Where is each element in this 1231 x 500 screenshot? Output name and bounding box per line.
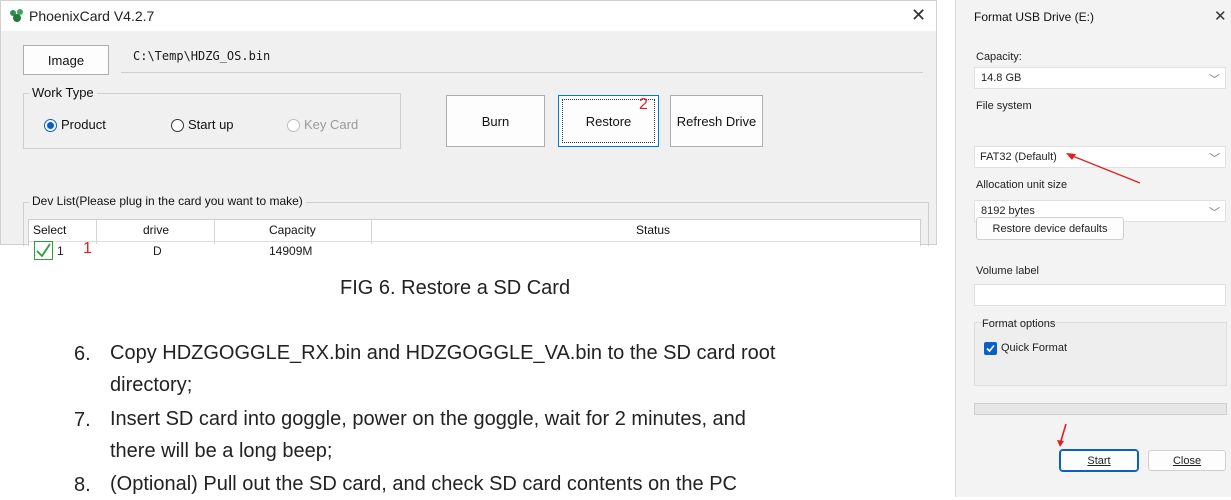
column-header-status[interactable]: Status bbox=[636, 220, 670, 241]
close-icon[interactable]: ✕ bbox=[1214, 7, 1227, 25]
annotation-2: 2 bbox=[639, 96, 648, 113]
chevron-down-icon[interactable]: ﹀ bbox=[1209, 150, 1220, 166]
chevron-down-icon[interactable]: ﹀ bbox=[1209, 71, 1220, 87]
app-icon bbox=[10, 9, 23, 22]
work-type-legend: Work Type bbox=[29, 85, 97, 100]
volume-label-label: Volume label bbox=[976, 265, 1039, 277]
step-number: 8. bbox=[74, 474, 91, 496]
radio-product[interactable] bbox=[44, 119, 57, 132]
volume-label-input[interactable] bbox=[974, 284, 1226, 306]
start-button[interactable]: Start bbox=[1059, 449, 1139, 472]
format-options-group bbox=[974, 322, 1227, 386]
step-text: Insert SD card into goggle, power on the… bbox=[110, 408, 746, 430]
row-index: 1 bbox=[57, 244, 64, 258]
step-number: 7. bbox=[74, 409, 91, 431]
table-row[interactable] bbox=[29, 242, 920, 246]
radio-key-card-label: Key Card bbox=[304, 117, 359, 132]
start-button-label: Start bbox=[1087, 454, 1111, 467]
file-system-label: File system bbox=[976, 100, 1032, 112]
column-divider bbox=[214, 220, 215, 244]
column-divider bbox=[96, 220, 97, 244]
phoenixcard-window: PhoenixCard V4.2.7 ✕ Image C:\Temp\HDZG_… bbox=[0, 0, 937, 260]
checkbox-checked-icon[interactable] bbox=[34, 241, 53, 260]
step-text: Copy HDZGOGGLE_RX.bin and HDZGOGGLE_VA.b… bbox=[110, 342, 776, 364]
progress-bar bbox=[974, 403, 1227, 415]
dev-list-legend: Dev List(Please plug in the card you wan… bbox=[29, 194, 306, 208]
step-text: directory; bbox=[110, 374, 193, 396]
annotation-arrow-icon bbox=[1066, 153, 1141, 184]
radio-start-up-label: Start up bbox=[188, 117, 234, 132]
column-header-select[interactable]: Select bbox=[33, 220, 66, 241]
radio-key-card bbox=[287, 119, 300, 132]
annotation-1: 1 bbox=[83, 240, 92, 257]
chevron-down-icon[interactable]: ﹀ bbox=[1209, 204, 1220, 220]
column-header-capacity[interactable]: Capacity bbox=[269, 220, 316, 241]
column-header-drive[interactable]: drive bbox=[143, 220, 169, 241]
image-path-field[interactable]: C:\Temp\HDZG_OS.bin bbox=[121, 41, 923, 73]
dialog-title: Format USB Drive (E:) bbox=[974, 10, 1095, 24]
radio-product-label: Product bbox=[61, 117, 106, 132]
restore-defaults-button[interactable]: Restore device defaults bbox=[976, 217, 1124, 240]
file-system-value: FAT32 (Default) bbox=[980, 151, 1057, 163]
burn-button[interactable]: Burn bbox=[446, 95, 545, 147]
checkbox-checked-icon[interactable] bbox=[984, 342, 997, 355]
step-text: (Optional) Pull out the SD card, and che… bbox=[110, 473, 737, 495]
window-title: PhoenixCard V4.2.7 bbox=[29, 8, 155, 24]
annotation-arrow-icon bbox=[1057, 423, 1067, 447]
allocation-label: Allocation unit size bbox=[976, 179, 1068, 191]
step-text: there will be a long beep; bbox=[110, 440, 333, 462]
quick-format-label: Quick Format bbox=[1001, 342, 1068, 354]
capacity-select[interactable]: 14.8 GB bbox=[974, 67, 1226, 89]
image-button[interactable]: Image bbox=[23, 45, 109, 75]
format-options-legend: Format options bbox=[982, 318, 1056, 330]
format-dialog: Format USB Drive (E:) ✕ Capacity: 14.8 G… bbox=[955, 0, 1231, 497]
step-number: 6. bbox=[74, 343, 91, 365]
close-icon[interactable]: ✕ bbox=[911, 5, 926, 26]
figure-caption: FIG 6. Restore a SD Card bbox=[340, 277, 571, 299]
column-divider bbox=[371, 220, 372, 244]
capacity-label: Capacity: bbox=[976, 51, 1022, 63]
row-drive: D bbox=[153, 244, 162, 258]
radio-start-up[interactable] bbox=[171, 119, 184, 132]
close-button[interactable]: Close bbox=[1148, 450, 1226, 471]
close-button-label: Close bbox=[1172, 454, 1202, 467]
refresh-drive-button[interactable]: Refresh Drive bbox=[670, 95, 763, 147]
row-capacity: 14909M bbox=[269, 244, 313, 258]
